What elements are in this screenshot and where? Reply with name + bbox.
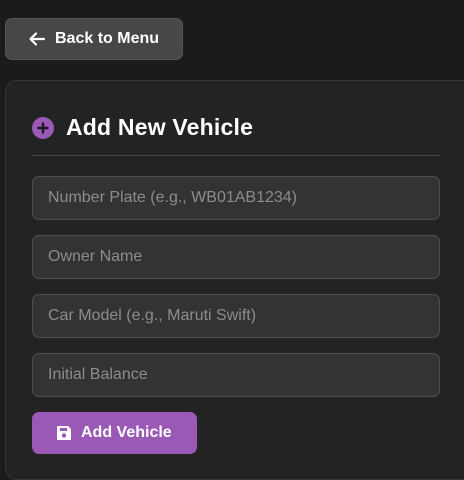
header-divider [32,155,440,156]
plus-circle-icon [32,116,54,139]
card-header: Add New Vehicle [32,114,253,141]
arrow-left-icon [28,30,46,48]
save-icon [56,425,72,441]
card-title: Add New Vehicle [66,114,254,140]
add-vehicle-card: Add New Vehicle Add Vehicle [5,80,464,480]
add-vehicle-button[interactable]: Add Vehicle [32,412,197,454]
initial-balance-input[interactable] [32,353,440,397]
number-plate-input[interactable] [32,176,440,220]
owner-name-input[interactable] [32,235,440,279]
car-model-input[interactable] [32,294,440,338]
add-vehicle-label: Add Vehicle [81,424,172,441]
back-to-menu-button[interactable]: Back to Menu [5,18,183,60]
back-to-menu-label: Back to Menu [55,30,160,47]
